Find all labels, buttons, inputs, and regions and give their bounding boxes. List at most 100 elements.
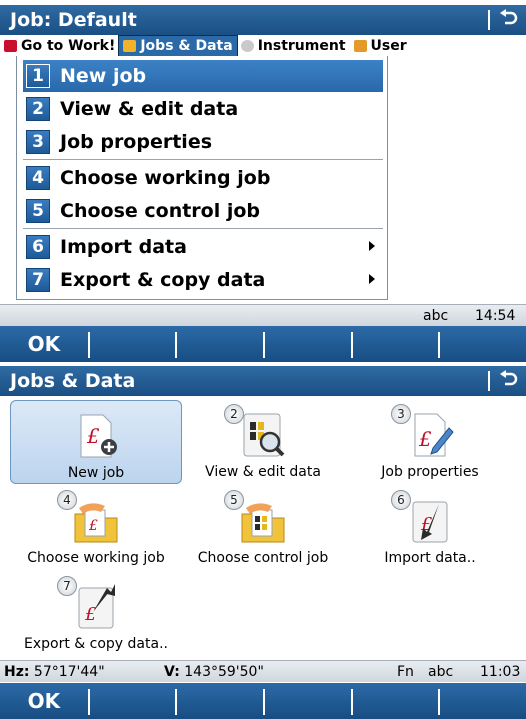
tile-label: Choose working job [27,550,165,566]
menu-label: Jobs & Data [140,38,233,54]
choose-working-job-icon: 4 £ [57,490,121,546]
main-menubar: Go to Work! Jobs & Data Instrument User [0,35,526,57]
item-number: 5 [26,199,50,223]
hz-readout: Hz: 57°17'44" [4,664,105,680]
softkey-f6[interactable] [438,326,526,362]
item-number: 7 [26,268,50,292]
back-icon[interactable] [496,8,520,32]
tile-view-edit-data[interactable]: 2 View & edit data [177,400,349,484]
bottom-softkey-bar: OK [0,683,526,719]
menu-jobs-data[interactable]: Jobs & Data [118,35,238,57]
dropdown-item-choose-control-job[interactable]: 5 Choose control job [23,195,383,227]
item-number: 4 [26,166,50,190]
tile-choose-working-job[interactable]: 4 £ Choose working job [10,486,182,570]
top-title-bar: Job: Default [0,5,526,35]
import-data-icon: 6 £ [391,490,455,546]
tile-new-job[interactable]: £ New job [10,400,182,484]
input-mode: abc [423,308,449,324]
fn-indicator: Fn [397,664,414,680]
number-badge: 4 [57,490,77,510]
softkey-f3[interactable] [175,326,263,362]
item-label: View & edit data [60,98,239,120]
menu-user[interactable]: User [350,36,411,56]
tile-choose-control-job[interactable]: 5 Choose control job [177,486,349,570]
tile-label: Choose control job [197,550,329,566]
tile-label: New job [67,465,125,481]
tile-label: Job properties [381,464,479,480]
export-copy-data-icon: 7 £ [57,576,121,632]
dropdown-item-view-edit-data[interactable]: 2 View & edit data [23,93,383,125]
ok-button[interactable]: OK [0,683,88,719]
softkey-f4[interactable] [263,683,351,719]
dropdown-item-import-data[interactable]: 6 Import data [23,231,383,263]
hz-label: Hz: [4,664,30,680]
bottom-status-bar: Hz: 57°17'44" V: 143°59'50" Fn abc 11:03 [0,660,526,682]
number-badge: 7 [57,576,77,596]
menu-label: Instrument [257,38,346,54]
dropdown-item-choose-working-job[interactable]: 4 Choose working job [23,162,383,194]
tile-import-data[interactable]: 6 £ Import data.. [344,486,516,570]
bottom-title: Jobs & Data [10,370,136,392]
instrument-icon [240,40,254,52]
top-softkey-bar: OK [0,326,526,362]
back-icon[interactable] [496,369,520,393]
submenu-arrow-icon [369,241,375,251]
softkey-f6[interactable] [438,683,526,719]
tile-label: Export & copy data.. [24,636,168,652]
title-separator [488,10,490,30]
user-icon [353,40,367,52]
item-label: Choose working job [60,167,271,189]
title-separator [488,371,490,391]
softkey-f4[interactable] [263,326,351,362]
item-label: Choose control job [60,200,261,222]
dropdown-divider [23,159,383,160]
menu-instrument[interactable]: Instrument [237,36,350,56]
item-number: 6 [26,235,50,259]
item-label: Job properties [60,131,213,153]
menu-label: User [370,38,407,54]
tile-export-copy-data[interactable]: 7 £ Export & copy data.. [10,572,182,656]
choose-control-job-icon: 5 [224,490,288,546]
number-badge: 6 [391,490,411,510]
softkey-f2[interactable] [87,326,176,362]
menu-go-to-work[interactable]: Go to Work! [0,36,119,56]
number-badge: 5 [224,490,244,510]
jobs-data-grid: £ New job 2 View & edit data 3 £ Job pro… [0,396,526,660]
tile-job-properties[interactable]: 3 £ Job properties [344,400,516,484]
v-label: V: [164,664,180,680]
job-properties-icon: 3 £ [391,404,455,460]
v-readout: V: 143°59'50" [164,664,264,680]
jobs-data-dropdown: 1 New job 2 View & edit data 3 Job prope… [16,56,388,300]
dropdown-item-new-job[interactable]: 1 New job [23,60,383,92]
svg-text:£: £ [418,427,432,451]
svg-text:£: £ [86,424,100,448]
v-value: 143°59'50" [184,664,264,680]
item-label: Import data [60,236,187,258]
svg-text:£: £ [84,604,96,625]
item-label: New job [60,65,147,87]
tile-label: Import data.. [384,550,476,566]
softkey-f5[interactable] [350,683,439,719]
jobs-data-icon [123,40,137,52]
dropdown-divider [23,228,383,229]
number-badge: 2 [224,404,244,424]
input-mode: abc [428,664,454,680]
top-title: Job: Default [10,9,137,31]
number-badge: 3 [391,404,411,424]
dropdown-item-export-copy-data[interactable]: 7 Export & copy data [23,264,383,296]
new-job-icon: £ [71,411,121,461]
dropdown-item-job-properties[interactable]: 3 Job properties [23,126,383,158]
menu-label: Go to Work! [21,38,116,54]
submenu-arrow-icon [369,274,375,284]
hz-value: 57°17'44" [33,664,105,680]
bottom-title-bar: Jobs & Data [0,366,526,396]
item-label: Export & copy data [60,269,266,291]
ok-button[interactable]: OK [0,326,88,362]
item-number: 3 [26,130,50,154]
clock: 11:03 [480,664,521,680]
svg-text:£: £ [88,518,98,534]
softkey-f3[interactable] [175,683,263,719]
top-status-bar: abc 14:54 [0,304,526,326]
softkey-f5[interactable] [350,326,439,362]
softkey-f2[interactable] [87,683,176,719]
